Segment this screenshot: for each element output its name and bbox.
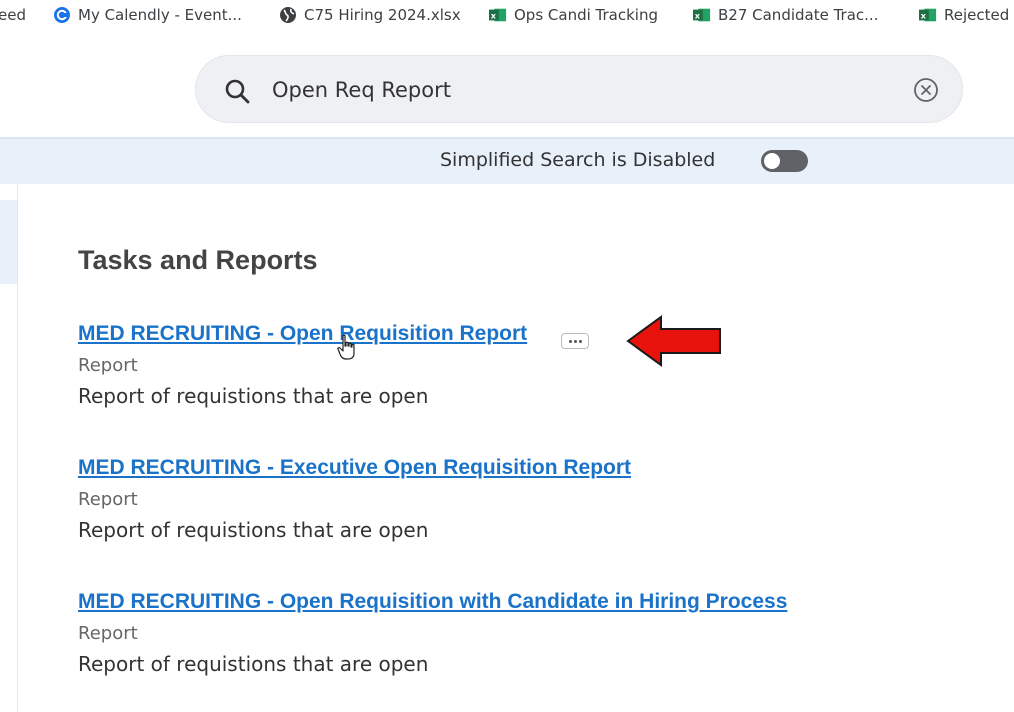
search-icon[interactable] bbox=[224, 78, 250, 104]
bookmark-label: B27 Candidate Trac... bbox=[718, 6, 879, 24]
excel-icon: x bbox=[693, 6, 711, 24]
bookmark-label: eed bbox=[0, 6, 26, 24]
result-link[interactable]: MED RECRUITING - Open Requisition with C… bbox=[78, 590, 787, 614]
svg-text:x: x bbox=[921, 11, 927, 21]
dot bbox=[569, 340, 572, 343]
bookmark-label: C75 Hiring 2024.xlsx bbox=[304, 6, 461, 24]
bookmark-label: Ops Candi Tracking bbox=[514, 6, 658, 24]
svg-text:x: x bbox=[491, 11, 497, 21]
dot bbox=[574, 340, 577, 343]
simplified-search-label: Simplified Search is Disabled bbox=[440, 149, 716, 171]
result-description: Report of requistions that are open bbox=[78, 652, 429, 676]
result-type: Report bbox=[78, 623, 138, 644]
hand-cursor-icon bbox=[337, 334, 355, 360]
search-input[interactable] bbox=[272, 72, 872, 108]
result-description: Report of requistions that are open bbox=[78, 384, 429, 408]
search-bar[interactable] bbox=[195, 55, 963, 123]
simplified-search-banner: Simplified Search is Disabled bbox=[0, 137, 1014, 184]
left-divider bbox=[17, 184, 18, 712]
section-title: Tasks and Reports bbox=[78, 245, 318, 275]
clear-search-icon[interactable] bbox=[912, 76, 940, 104]
result-link[interactable]: MED RECRUITING - Open Requisition Report bbox=[78, 322, 527, 346]
excel-icon: x bbox=[489, 6, 507, 24]
result-item: MED RECRUITING - Open Requisition with C… bbox=[78, 590, 787, 676]
bookmark-item[interactable]: x Ops Candi Tracking bbox=[489, 4, 658, 26]
bookmark-label: Rejected bbox=[944, 6, 1010, 24]
toggle-knob bbox=[764, 153, 780, 169]
result-item: MED RECRUITING - Open Requisition Report… bbox=[78, 322, 527, 408]
bookmark-item[interactable]: My Calendly - Event... bbox=[53, 4, 242, 26]
left-panel-highlight bbox=[0, 200, 17, 284]
globe-icon bbox=[279, 6, 297, 24]
bookmark-item[interactable]: x Rejected bbox=[919, 4, 1009, 26]
excel-icon: x bbox=[919, 6, 937, 24]
bookmarks-bar: eed My Calendly - Event... C75 Hiring 20… bbox=[0, 0, 1014, 30]
related-actions-button[interactable] bbox=[561, 333, 589, 349]
bookmark-label: My Calendly - Event... bbox=[78, 6, 242, 24]
red-arrow-icon bbox=[626, 315, 721, 367]
result-type: Report bbox=[78, 489, 138, 510]
bookmark-item[interactable]: x B27 Candidate Trac... bbox=[693, 4, 878, 26]
result-description: Report of requistions that are open bbox=[78, 518, 429, 542]
svg-text:x: x bbox=[695, 11, 701, 21]
bookmark-item[interactable]: eed bbox=[0, 4, 26, 26]
dot bbox=[579, 340, 582, 343]
result-link[interactable]: MED RECRUITING - Executive Open Requisit… bbox=[78, 456, 631, 480]
result-item: MED RECRUITING - Executive Open Requisit… bbox=[78, 456, 631, 542]
bookmark-item[interactable]: C75 Hiring 2024.xlsx bbox=[279, 4, 461, 26]
result-type: Report bbox=[78, 355, 138, 376]
calendly-icon bbox=[53, 6, 71, 24]
simplified-search-toggle[interactable] bbox=[761, 150, 808, 172]
